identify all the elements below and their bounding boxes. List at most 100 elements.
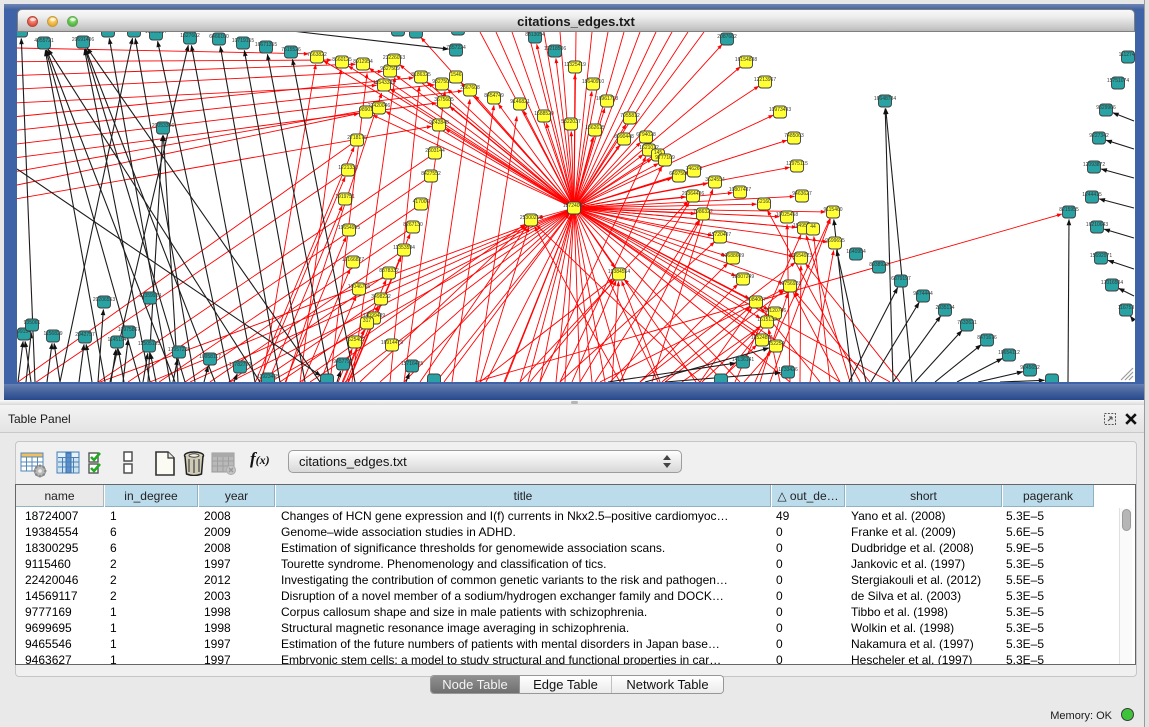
svg-text:1221338: 1221338: [338, 165, 358, 171]
svg-text:9227342: 9227342: [1089, 133, 1109, 139]
svg-text:10975867: 10975867: [118, 327, 140, 333]
svg-text:7986322: 7986322: [693, 209, 713, 215]
svg-text:44: 44: [810, 224, 816, 230]
svg-text:9329966: 9329966: [1096, 105, 1116, 111]
svg-text:16961758: 16961758: [596, 96, 618, 102]
svg-text:417006: 417006: [413, 199, 430, 205]
svg-text:9463627: 9463627: [792, 191, 812, 197]
svg-text:935061: 935061: [24, 320, 41, 326]
svg-text:8427552: 8427552: [421, 171, 441, 177]
svg-text:25300215: 25300215: [520, 215, 542, 221]
svg-text:1640954: 1640954: [846, 249, 866, 255]
svg-text:9327505: 9327505: [432, 79, 452, 85]
svg-text:10688609: 10688609: [722, 253, 744, 259]
svg-text:19756928: 19756928: [779, 281, 801, 287]
svg-text:12975115: 12975115: [786, 161, 808, 167]
svg-text:12213967: 12213967: [754, 77, 776, 83]
svg-text:8454749: 8454749: [484, 93, 504, 99]
svg-text:2718176: 2718176: [347, 135, 367, 141]
svg-text:9146821: 9146821: [510, 99, 530, 105]
svg-text:18640910: 18640910: [582, 79, 604, 85]
svg-text:2935114: 2935114: [935, 305, 954, 311]
svg-text:9115460: 9115460: [823, 207, 842, 213]
svg-text:16154838: 16154838: [735, 57, 757, 63]
svg-text:746266: 746266: [686, 166, 703, 172]
svg-text:19654955: 19654955: [338, 225, 360, 231]
svg-text:3624554: 3624554: [705, 177, 725, 183]
svg-text:11923465: 11923465: [257, 374, 279, 380]
svg-text:10958117: 10958117: [199, 354, 221, 360]
svg-text:19218506: 19218506: [544, 46, 566, 52]
svg-text:16210643: 16210643: [1086, 222, 1108, 228]
svg-text:8267130: 8267130: [403, 222, 423, 228]
svg-text:17957225: 17957225: [168, 347, 190, 353]
svg-text:9457791: 9457791: [333, 359, 353, 365]
svg-text:1733426: 1733426: [778, 367, 798, 373]
svg-text:3675685: 3675685: [434, 97, 454, 103]
svg-text:23226053: 23226053: [383, 55, 405, 61]
svg-text:1112744: 1112744: [1119, 52, 1135, 58]
svg-text:15751074: 15751074: [1107, 78, 1129, 84]
svg-text:2087682: 2087682: [717, 34, 737, 40]
svg-text:14136141: 14136141: [732, 357, 754, 363]
svg-text:16543382: 16543382: [373, 80, 395, 86]
svg-text:8990448: 8990448: [614, 134, 634, 140]
svg-text:16671355: 16671355: [255, 42, 277, 48]
svg-text:19654923: 19654923: [790, 253, 812, 259]
svg-text:7955812: 7955812: [620, 113, 640, 119]
svg-text:19166827: 19166827: [342, 257, 364, 263]
svg-text:16120746: 16120746: [764, 308, 786, 314]
svg-text:9084067: 9084067: [746, 297, 766, 303]
svg-text:16033809: 16033809: [405, 32, 427, 33]
svg-text:20053346: 20053346: [152, 123, 174, 129]
svg-text:116753: 116753: [1118, 305, 1135, 311]
svg-text:7663822: 7663822: [307, 52, 327, 58]
svg-text:1527602: 1527602: [180, 33, 200, 39]
svg-text:20206553: 20206553: [93, 297, 115, 303]
svg-text:10807487: 10807487: [729, 187, 751, 193]
svg-text:8660125: 8660125: [332, 57, 352, 63]
svg-text:7515526: 7515526: [281, 47, 301, 53]
svg-text:7357224: 7357224: [446, 45, 466, 51]
svg-text:19384554: 19384554: [608, 269, 630, 275]
svg-text:7485063: 7485063: [784, 133, 804, 139]
svg-text:3498222: 3498222: [371, 294, 391, 300]
svg-text:12093872: 12093872: [1083, 162, 1105, 168]
svg-text:15716485: 15716485: [401, 361, 423, 367]
svg-text:2942757: 2942757: [75, 332, 95, 338]
svg-text:16782759: 16782759: [229, 362, 251, 368]
svg-text:6879197: 6879197: [891, 276, 911, 282]
svg-text:16648784: 16648784: [874, 96, 896, 102]
svg-text:17359924: 17359924: [139, 293, 161, 299]
svg-text:2803144: 2803144: [425, 148, 445, 154]
svg-text:12505135: 12505135: [138, 341, 160, 347]
svg-text:8215955: 8215955: [1059, 207, 1079, 213]
svg-text:17046766: 17046766: [348, 284, 370, 290]
svg-text:1362615: 1362615: [585, 125, 605, 131]
svg-text:1244415: 1244415: [1082, 192, 1102, 198]
svg-text:18724007: 18724007: [563, 203, 585, 209]
svg-text:252254: 252254: [768, 341, 785, 347]
svg-text:4055721: 4055721: [34, 38, 54, 44]
svg-text:10719155: 10719155: [232, 38, 254, 44]
svg-text:62160: 62160: [757, 199, 771, 205]
svg-text:10654112: 10654112: [998, 350, 1020, 356]
svg-text:8878332: 8878332: [379, 268, 399, 274]
svg-text:9777169: 9777169: [655, 155, 675, 161]
svg-text:1919751: 1919751: [335, 194, 355, 200]
svg-text:6794028: 6794028: [636, 132, 656, 138]
svg-text:18807249: 18807249: [732, 274, 754, 280]
svg-text:10655267: 10655267: [145, 32, 167, 35]
svg-text:1588520: 1588520: [534, 111, 554, 117]
svg-text:98901: 98901: [359, 107, 373, 113]
svg-text:8186325: 8186325: [411, 72, 431, 78]
svg-text:7625402: 7625402: [345, 337, 365, 343]
svg-text:11353594: 11353594: [393, 245, 415, 251]
svg-text:8813054: 8813054: [525, 32, 545, 38]
svg-text:9474444: 9474444: [913, 291, 933, 297]
svg-text:10973493: 10973493: [769, 107, 791, 113]
svg-text:9245652: 9245652: [1020, 365, 1040, 371]
svg-text:1156829: 1156829: [43, 331, 62, 337]
svg-text:10025458: 10025458: [776, 212, 798, 218]
svg-text:317: 317: [363, 318, 372, 324]
